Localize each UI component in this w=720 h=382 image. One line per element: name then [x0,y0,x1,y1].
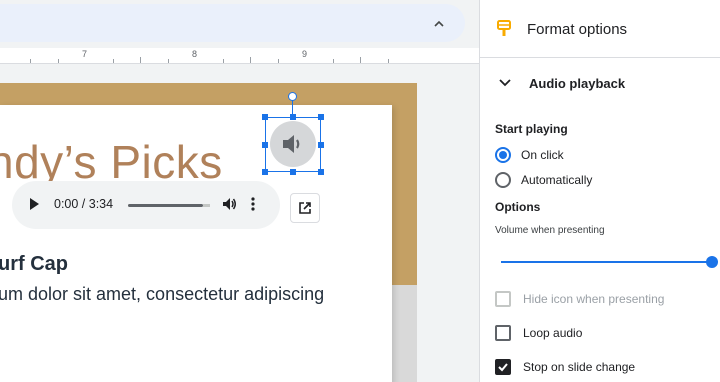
checkbox-hide-icon-label[interactable]: Hide icon when presenting [523,292,664,306]
ruler-number: 8 [192,49,198,59]
volume-slider-thumb[interactable] [706,256,718,268]
resize-handle[interactable] [290,114,296,120]
slide-canvas: ndy’s Picks 0:00 / 3:34 urf Cap um dolor… [0,65,480,382]
radio-automatically[interactable] [495,172,511,188]
ruler-tick [388,59,389,63]
resize-handle[interactable] [262,114,268,120]
collapse-toolbar-button[interactable] [425,10,453,38]
slide-editor: 7 8 9 ndy’s Picks 0:00 / 3:34 urf Cap um… [0,0,480,382]
rotation-handle[interactable] [288,92,297,101]
ruler-tick [223,59,224,63]
ruler-number: 7 [82,49,88,59]
checkbox-hide-icon[interactable] [495,291,511,307]
ruler-tick [333,59,334,63]
resize-handle[interactable] [318,142,324,148]
chevron-down-icon[interactable] [498,75,512,94]
open-in-new-icon [299,202,311,214]
resize-handle[interactable] [318,169,324,175]
radio-on-click-label[interactable]: On click [521,148,564,162]
volume-icon[interactable] [221,196,237,217]
more-vert-icon[interactable] [250,196,256,217]
ruler-tick [278,59,279,63]
checkbox-loop-audio-label[interactable]: Loop audio [523,326,582,340]
slide-body-text[interactable]: um dolor sit amet, consectetur adipiscin… [0,284,324,305]
section-title: Audio playback [529,76,626,91]
checkbox-loop-audio[interactable] [495,325,511,341]
volume-slider-track[interactable] [501,261,713,263]
resize-handle[interactable] [318,114,324,120]
start-playing-label: Start playing [495,122,568,136]
play-icon[interactable] [28,197,40,216]
open-in-new-button[interactable] [290,193,320,223]
audio-progress-rest [203,204,210,207]
ruler-tick [168,59,169,63]
ruler-number: 9 [302,49,308,59]
ruler-tick [30,59,31,63]
audio-playback-section-header[interactable]: Audio playback [480,59,720,107]
format-options-panel: Format options Audio playback Start play… [479,0,720,382]
ruler-tick [113,59,114,63]
format-paint-icon [497,20,511,43]
ruler-tick [360,57,361,63]
options-label: Options [495,200,541,214]
radio-on-click[interactable] [495,147,511,163]
speaker-icon [283,135,300,153]
checkbox-stop-on-slide-change[interactable] [495,359,511,375]
radio-automatically-label[interactable]: Automatically [521,173,592,187]
ruler-tick [58,59,59,63]
slide[interactable]: ndy’s Picks 0:00 / 3:34 urf Cap um dolor… [0,105,392,382]
checkmark-icon [498,363,508,372]
ruler-tick [140,57,141,63]
chevron-up-icon [434,20,444,27]
checkbox-stop-on-slide-change-label[interactable]: Stop on slide change [523,360,635,374]
panel-title: Format options [527,21,628,38]
horizontal-ruler: 7 8 9 [0,48,480,64]
slide-subheading[interactable]: urf Cap [0,253,68,276]
audio-progress-track[interactable] [128,204,203,207]
ruler-tick [250,57,251,63]
audio-time: 0:00 / 3:34 [54,197,114,211]
audio-player[interactable]: 0:00 / 3:34 [12,181,280,229]
toolbar-strip [0,4,465,42]
panel-header: Format options [480,0,720,58]
resize-handle[interactable] [262,142,268,148]
volume-label: Volume when presenting [495,225,605,236]
resize-handle[interactable] [262,169,268,175]
resize-handle[interactable] [290,169,296,175]
audio-object[interactable] [270,121,316,167]
